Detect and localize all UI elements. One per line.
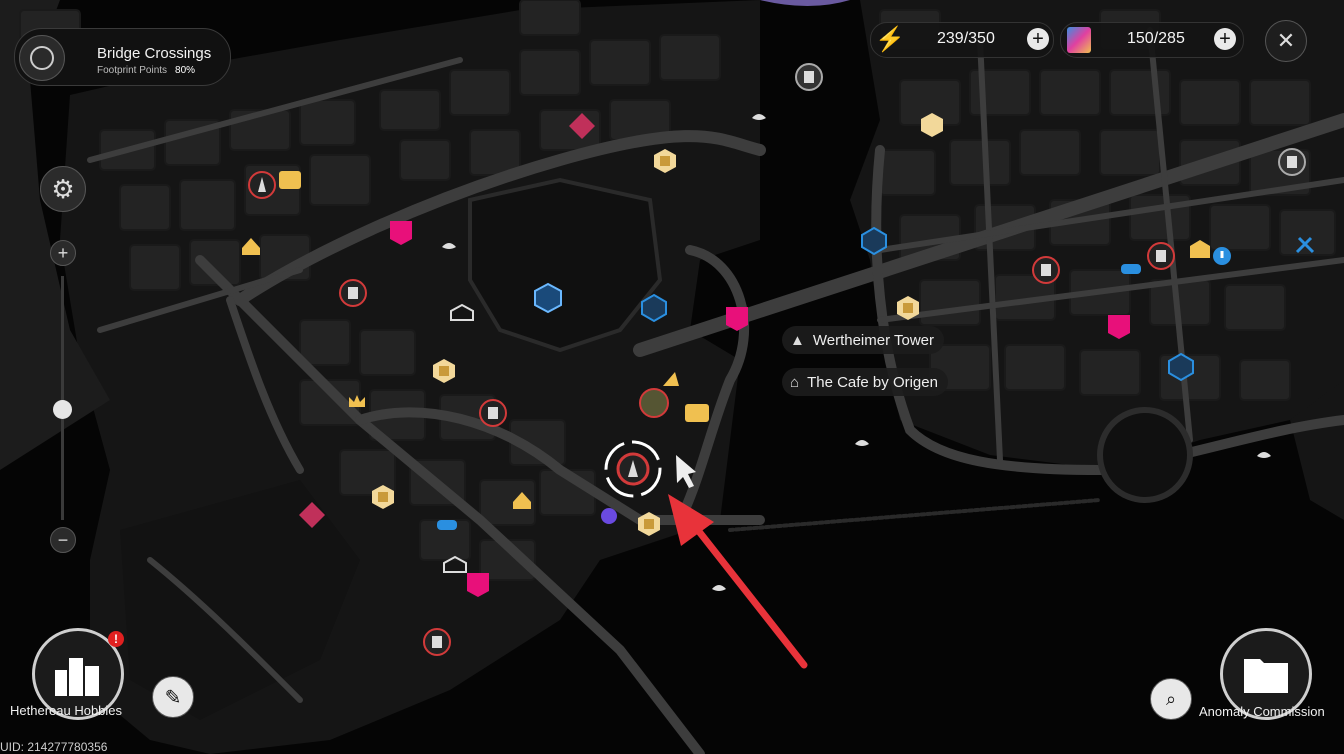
close-icon: ✕ — [1276, 28, 1296, 53]
car-marker — [437, 520, 457, 530]
search-map-button[interactable]: ⌕ — [1150, 678, 1192, 720]
search-icon: ⌕ — [1165, 688, 1177, 709]
notepad-icon: ✎ — [164, 686, 182, 709]
zoom-slider-track[interactable] — [61, 276, 64, 520]
tower-icon: ▲ — [790, 331, 805, 349]
add-card-button[interactable]: + — [1214, 28, 1236, 50]
hethereau-hobbies-label: Hethereau Hobbies — [10, 703, 123, 718]
portal-marker — [641, 293, 667, 323]
area-panel[interactable]: Bridge Crossings Footprint Points 80% — [14, 28, 231, 86]
card-icon — [1067, 27, 1091, 53]
add-energy-button[interactable]: + — [1027, 28, 1049, 50]
settings-button[interactable]: ⚙ — [40, 166, 86, 212]
compass-icon[interactable] — [19, 35, 65, 81]
energy-counter: ⚡ 239/350 + — [870, 22, 1054, 58]
buildings-icon — [55, 658, 99, 696]
area-percent: 80% — [175, 65, 196, 76]
label-wertheimer-tower[interactable]: ▲ Wertheimer Tower — [782, 326, 945, 354]
close-button[interactable]: ✕ — [1265, 20, 1307, 62]
cafe-icon: ⌂ — [790, 373, 800, 391]
anomaly-commission-label: Anomaly Commission — [1199, 704, 1325, 719]
shop-marker — [279, 171, 301, 189]
area-title: Bridge Crossings — [97, 45, 212, 62]
trash-marker — [1147, 242, 1175, 270]
card-counter: 150/285 + — [1060, 22, 1244, 58]
character-avatar — [639, 388, 669, 418]
tower-marker — [248, 171, 276, 199]
gear-icon: ⚙ — [51, 173, 75, 204]
quest-marker — [1213, 247, 1231, 265]
plaza-circle — [1097, 407, 1193, 503]
label-cafe[interactable]: ⌂ The Cafe by Origen — [782, 368, 948, 396]
folder-icon — [1244, 659, 1288, 693]
zoom-out-button[interactable]: − — [50, 527, 76, 553]
trash-marker — [479, 399, 507, 427]
user-id: UID: 214277780356 — [0, 740, 108, 754]
city-map[interactable] — [0, 0, 1344, 754]
portal-marker — [861, 226, 887, 256]
trash-marker — [339, 279, 367, 307]
portal-marker — [1168, 352, 1194, 382]
trash-marker — [1032, 256, 1060, 284]
orb-marker — [601, 508, 617, 524]
plus-icon: + — [57, 242, 69, 263]
energy-icon: ⚡ — [875, 26, 905, 53]
zoom-slider-handle[interactable] — [53, 400, 72, 419]
trash-marker-grey — [1278, 148, 1306, 176]
area-subtitle: Footprint Points 80% — [97, 65, 196, 76]
journal-button[interactable]: ✎ — [152, 676, 194, 718]
car-marker — [1121, 264, 1141, 274]
teleport-marker — [534, 282, 562, 314]
trash-marker-grey — [795, 63, 823, 91]
shop-marker — [685, 404, 709, 422]
zoom-in-button[interactable]: + — [50, 240, 76, 266]
minus-icon: − — [57, 529, 69, 550]
trash-marker — [423, 628, 451, 656]
alert-badge: ! — [108, 631, 124, 647]
